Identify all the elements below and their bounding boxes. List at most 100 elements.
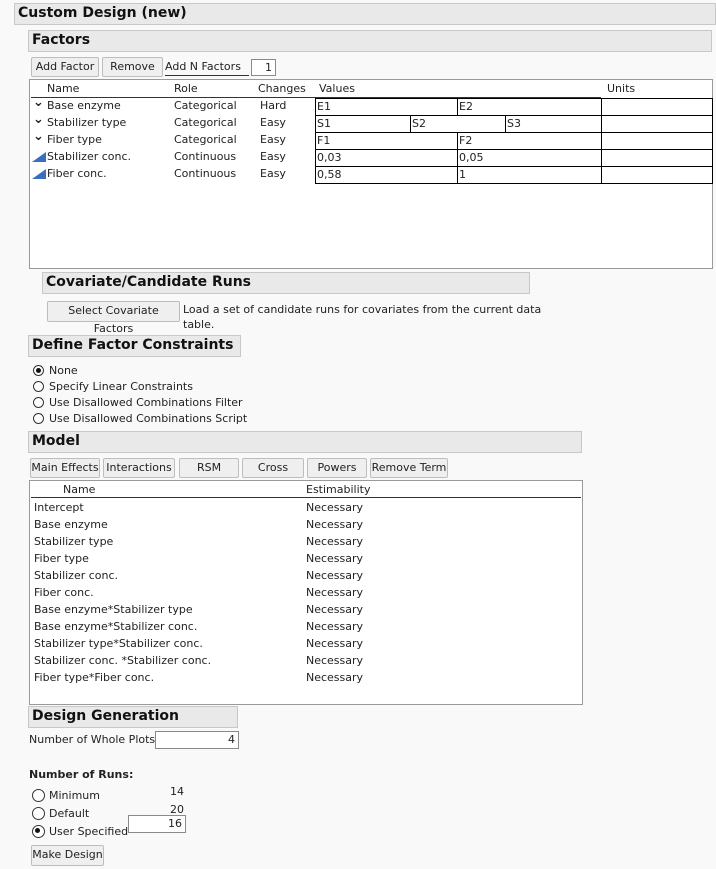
factors-header[interactable]: Factors xyxy=(28,30,712,52)
factor-role[interactable]: Continuous xyxy=(174,167,236,180)
factor-units-cell[interactable] xyxy=(601,115,713,133)
model-button-main-effects[interactable]: Main Effects xyxy=(30,458,100,478)
covariate-text-2: table. xyxy=(183,318,215,331)
factor-value-cell[interactable]: E1 xyxy=(315,98,458,116)
constraint-option-label[interactable]: None xyxy=(49,364,78,377)
factor-units-cell[interactable] xyxy=(601,132,713,150)
whole-plots-label: Number of Whole Plots xyxy=(29,733,156,746)
runs-radio-default[interactable] xyxy=(32,807,45,820)
factor-value-cell[interactable]: 0,03 xyxy=(315,149,458,167)
factor-changes[interactable]: Easy xyxy=(260,167,286,180)
continuous-icon[interactable] xyxy=(32,169,46,179)
model-term-name[interactable]: Stabilizer conc. xyxy=(34,569,118,582)
design-generation-header[interactable]: Design Generation xyxy=(28,706,238,728)
model-term-name[interactable]: Fiber conc. xyxy=(34,586,94,599)
model-term-estimability[interactable]: Necessary xyxy=(306,569,363,582)
factor-role[interactable]: Categorical xyxy=(174,133,237,146)
factor-role[interactable]: Categorical xyxy=(174,99,237,112)
model-term-name[interactable]: Fiber type xyxy=(34,552,89,565)
user-specified-runs-input[interactable]: 16 xyxy=(128,815,186,833)
chevron-down-icon[interactable]: ⌄ xyxy=(33,112,44,127)
model-term-name[interactable]: Stabilizer type xyxy=(34,535,113,548)
model-term-name[interactable]: Intercept xyxy=(34,501,84,514)
constraint-radio[interactable] xyxy=(33,413,44,424)
model-term-estimability[interactable]: Necessary xyxy=(306,620,363,633)
model-button-rsm[interactable]: RSM xyxy=(179,458,239,478)
model-term-estimability[interactable]: Necessary xyxy=(306,518,363,531)
make-design-button[interactable]: Make Design xyxy=(31,845,104,866)
factor-name[interactable]: Base enzyme xyxy=(47,99,121,112)
model-term-estimability[interactable]: Necessary xyxy=(306,654,363,667)
factor-changes[interactable]: Easy xyxy=(260,133,286,146)
runs-option-label[interactable]: User Specified xyxy=(49,825,128,838)
model-term-name[interactable]: Base enzyme xyxy=(34,518,108,531)
factor-role[interactable]: Categorical xyxy=(174,116,237,129)
add-n-factors-input[interactable]: 1 xyxy=(251,59,276,76)
model-term-name[interactable]: Fiber type*Fiber conc. xyxy=(34,671,154,684)
chevron-down-icon[interactable]: ⌄ xyxy=(33,129,44,144)
runs-radio-user-specified[interactable] xyxy=(32,825,45,838)
model-term-name[interactable]: Base enzyme*Stabilizer type xyxy=(34,603,193,616)
model-term-name[interactable]: Stabilizer conc. *Stabilizer conc. xyxy=(34,654,211,667)
constraint-option-label[interactable]: Use Disallowed Combinations Filter xyxy=(49,396,243,409)
covariate-header[interactable]: Covariate/Candidate Runs xyxy=(42,272,530,294)
model-button-powers[interactable]: Powers xyxy=(307,458,367,478)
model-term-estimability[interactable]: Necessary xyxy=(306,535,363,548)
model-term-estimability[interactable]: Necessary xyxy=(306,637,363,650)
factors-col-name: Name xyxy=(47,82,80,95)
factor-value-cell[interactable]: S1 xyxy=(315,115,411,133)
factor-value-cell[interactable]: S3 xyxy=(505,115,602,133)
factor-units-cell[interactable] xyxy=(601,98,713,116)
factor-value-cell[interactable]: F2 xyxy=(457,132,602,150)
factor-name[interactable]: Fiber conc. xyxy=(47,167,107,180)
constraint-option-label[interactable]: Specify Linear Constraints xyxy=(49,380,193,393)
runs-option-label[interactable]: Minimum xyxy=(49,789,100,802)
factor-value-cell[interactable]: 0,58 xyxy=(315,166,458,184)
constraints-header[interactable]: Define Factor Constraints xyxy=(28,335,241,357)
factors-col-values: Values xyxy=(319,82,355,95)
custom-design-title[interactable]: Custom Design (new) xyxy=(14,3,716,25)
factor-role[interactable]: Continuous xyxy=(174,150,236,163)
factor-value-cell[interactable]: 0,05 xyxy=(457,149,602,167)
model-term-estimability[interactable]: Necessary xyxy=(306,552,363,565)
model-term-estimability[interactable]: Necessary xyxy=(306,671,363,684)
factor-units-cell[interactable] xyxy=(601,149,713,167)
constraint-radio[interactable] xyxy=(33,397,44,408)
select-covariate-factors-button[interactable]: Select Covariate Factors xyxy=(47,301,180,335)
factor-changes[interactable]: Easy xyxy=(260,150,286,163)
model-term-name[interactable]: Stabilizer type*Stabilizer conc. xyxy=(34,637,203,650)
runs-value: 14 xyxy=(170,785,184,798)
factor-name[interactable]: Fiber type xyxy=(47,133,102,146)
add-factor-button[interactable]: Add Factor xyxy=(31,57,99,77)
runs-option-label[interactable]: Default xyxy=(49,807,89,820)
factor-value-cell[interactable]: E2 xyxy=(457,98,602,116)
factor-name[interactable]: Stabilizer type xyxy=(47,116,126,129)
model-term-estimability[interactable]: Necessary xyxy=(306,586,363,599)
factor-value-cell[interactable]: 1 xyxy=(457,166,602,184)
constraint-radio[interactable] xyxy=(33,381,44,392)
covariate-text-1: Load a set of candidate runs for covaria… xyxy=(183,303,542,316)
factor-name[interactable]: Stabilizer conc. xyxy=(47,150,131,163)
factor-changes[interactable]: Easy xyxy=(260,116,286,129)
runs-radio-minimum[interactable] xyxy=(32,789,45,802)
model-term-estimability[interactable]: Necessary xyxy=(306,501,363,514)
model-header-divider xyxy=(31,497,581,498)
model-header[interactable]: Model xyxy=(28,431,582,453)
model-term-estimability[interactable]: Necessary xyxy=(306,603,363,616)
chevron-down-icon[interactable]: ⌄ xyxy=(33,95,44,110)
constraint-radio[interactable] xyxy=(33,365,44,376)
model-term-name[interactable]: Base enzyme*Stabilizer conc. xyxy=(34,620,197,633)
continuous-icon[interactable] xyxy=(32,152,46,162)
model-button-interactions[interactable]: Interactions xyxy=(103,458,175,478)
factor-value-cell[interactable]: S2 xyxy=(410,115,506,133)
factor-changes[interactable]: Hard xyxy=(260,99,286,112)
add-n-factors-label: Add N Factors xyxy=(165,59,249,76)
model-button-remove-term[interactable]: Remove Term xyxy=(370,458,448,478)
constraint-option-label[interactable]: Use Disallowed Combinations Script xyxy=(49,412,247,425)
factor-value-cell[interactable]: F1 xyxy=(315,132,458,150)
remove-factor-button[interactable]: Remove xyxy=(102,57,163,77)
number-of-runs-label: Number of Runs: xyxy=(29,768,134,781)
factor-units-cell[interactable] xyxy=(601,166,713,184)
model-button-cross[interactable]: Cross xyxy=(242,458,304,478)
whole-plots-input[interactable]: 4 xyxy=(155,731,239,749)
